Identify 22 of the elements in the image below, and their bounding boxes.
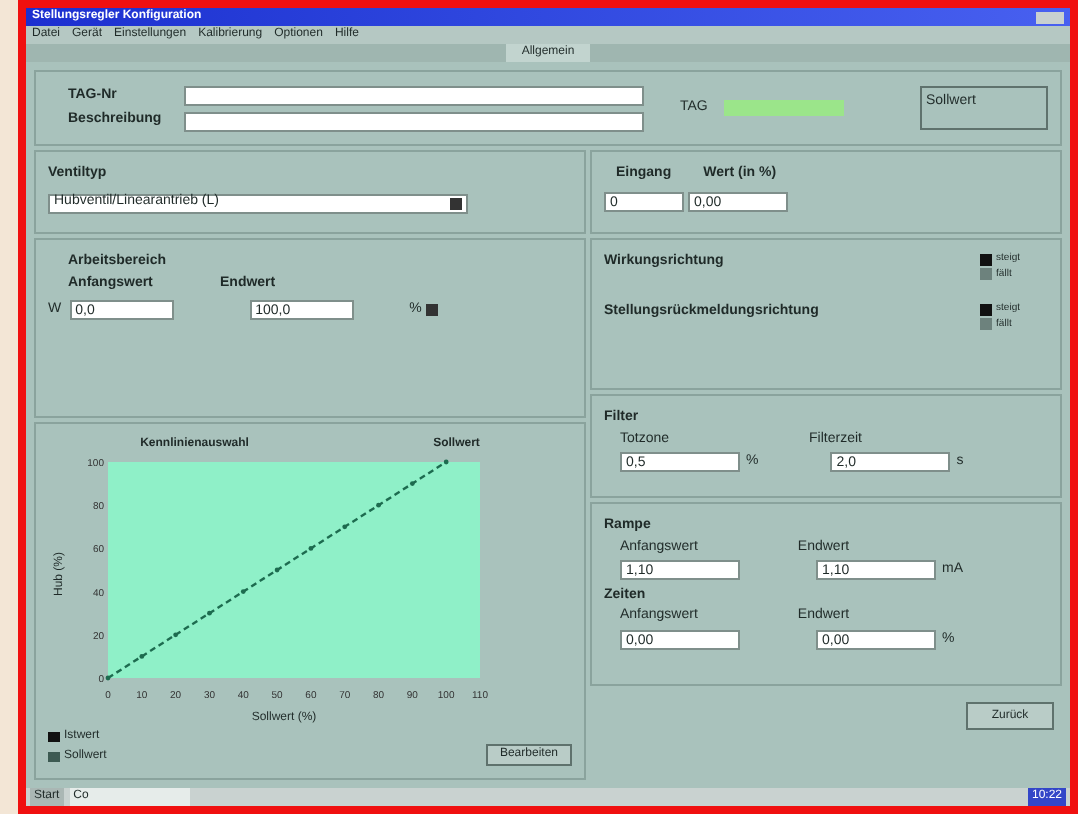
data-point <box>409 481 415 486</box>
toggle-icon[interactable] <box>980 303 993 316</box>
data-point <box>308 546 314 551</box>
toggle-icon[interactable] <box>980 253 993 266</box>
data-point <box>173 632 179 638</box>
toggle-icon[interactable] <box>980 268 993 281</box>
legend-swatch-icon <box>48 752 60 762</box>
data-point <box>207 610 212 616</box>
data-point <box>139 654 145 659</box>
data-point <box>443 459 449 465</box>
data-point <box>105 675 111 681</box>
input-field[interactable] <box>184 111 644 131</box>
data-point <box>376 502 381 508</box>
window-controls-icon[interactable] <box>1036 11 1064 23</box>
status-indicator <box>723 100 844 116</box>
caret-icon <box>450 197 462 209</box>
toggle-icon[interactable] <box>980 318 993 331</box>
legend-swatch-icon <box>48 732 60 742</box>
data-point <box>240 589 246 594</box>
data-point <box>274 567 280 573</box>
input-field[interactable] <box>184 85 644 105</box>
data-point <box>342 524 348 530</box>
